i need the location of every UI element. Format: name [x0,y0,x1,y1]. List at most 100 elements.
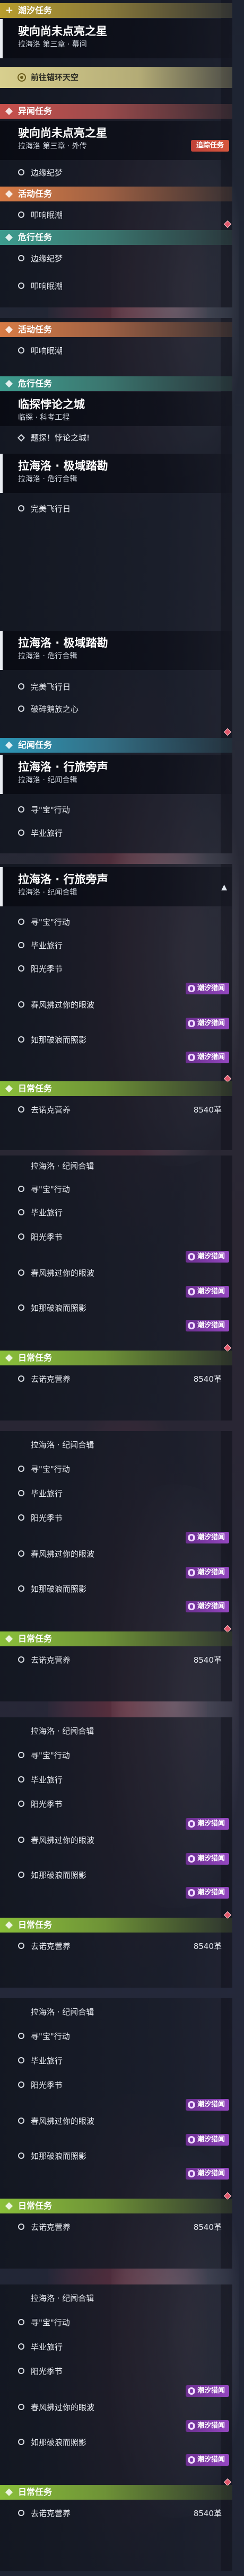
quest-card[interactable]: 驶向尚未点亮之星 拉海洛 第三章 · 幕间 [0,19,232,58]
objective-item[interactable]: 边缘纪梦 [0,162,232,183]
objective-item[interactable]: 毕业旅行 [0,823,232,844]
diamond-icon [5,107,13,116]
objective-item[interactable]: 毕业旅行 [0,2050,232,2071]
quest-panel: 拉海洛 · 纪闻合辑 寻"宝"行动 毕业旅行 阳光季节 潮汐猎闻 春风拂过你的眼… [0,1717,232,1988]
objective-item[interactable]: 如那破浪而照影 [0,2146,232,2167]
objective-item[interactable]: 寻"宝"行动 [0,912,232,933]
diamond-outline-icon [17,434,25,442]
category-richang[interactable]: 日常任务 [0,2485,232,2500]
category-yiwen[interactable]: 异闻任务 [0,104,232,119]
objective-item[interactable]: 去诺克营养 8540革 [0,2217,232,2238]
objective-item[interactable]: 寻"宝"行动 [0,1745,232,1766]
quest-subtitle-row: 拉海洛 · 纪闻合辑 [31,1726,94,1736]
quest-panel: 拉海洛 · 纪闻合辑 寻"宝"行动 毕业旅行 阳光季节 潮汐猎闻 春风拂过你的眼… [0,1155,232,1421]
objective-item[interactable]: 完美飞行日 [0,498,232,519]
category-richang[interactable]: 日常任务 [0,1081,232,1096]
ring-icon [18,2081,24,2088]
objective-item[interactable]: 叩响眠潮 [0,276,232,297]
track-quest-button[interactable]: 追踪任务 [190,140,229,152]
plus-icon: + [5,5,14,16]
chaoxi-tag: 潮汐猎闻 [185,2385,229,2397]
objective-item[interactable]: 寻"宝"行动 [0,2026,232,2047]
category-richang[interactable]: 日常任务 [0,1631,232,1646]
diamond-icon [5,741,13,749]
objective-item[interactable]: 寻"宝"行动 [0,1459,232,1480]
chaoxi-icon [187,2456,195,2464]
ring-icon [18,1269,24,1276]
objective-item[interactable]: 毕业旅行 [0,1769,232,1790]
category-chaoxi[interactable]: + 潮汐任务 [0,3,232,18]
objective-item[interactable]: 叩响眠潮 [0,340,232,361]
quest-card[interactable]: 拉海洛 · 行旅旁声 拉海洛 · 纪闻合辑 ▲ [0,867,232,906]
objective-item[interactable]: 毕业旅行 [0,2336,232,2358]
chaoxi-tag: 潮汐猎闻 [185,1532,229,1543]
chaoxi-tag: 潮汐猎闻 [185,1853,229,1865]
objective-item[interactable]: 边缘纪梦 [0,248,232,269]
chaoxi-icon [187,1534,195,1541]
objective-item[interactable]: 春风拂过你的眼波 [0,1830,232,1851]
objective-item[interactable]: 春风拂过你的眼波 [0,2111,232,2132]
objective-item[interactable]: 完美飞行日 [0,676,232,698]
ring-icon [18,2343,24,2350]
objective-item[interactable]: 去诺克营养 8540革 [0,1369,232,1390]
objective-item[interactable]: 春风拂过你的眼波 [0,994,232,1016]
objective-item[interactable]: 春风拂过你的眼波 [0,1263,232,1284]
objective-item[interactable]: 破碎鹅族之心 [0,699,232,720]
quest-card[interactable]: 拉海洛 · 极域踏勘 拉海洛 · 危行合辑 [0,454,232,493]
objective-item[interactable]: 春风拂过你的眼波 [0,2397,232,2418]
category-huodong[interactable]: 活动任务 [0,322,232,337]
quest-card[interactable]: 拉海洛 · 行旅旁声 拉海洛 · 纪闻合辑 [0,755,232,794]
objective-item[interactable]: 毕业旅行 [0,935,232,956]
category-weixing[interactable]: 危行任务 [0,230,232,245]
objective-item[interactable]: 阳光季节 [0,1227,232,1248]
objective-item[interactable]: 阳光季节 [0,2075,232,2096]
chaoxi-icon [187,1603,195,1610]
quest-panel: 拉海洛 · 纪闻合辑 寻"宝"行动 毕业旅行 阳光季节 潮汐猎闻 春风拂过你的眼… [0,2284,232,2571]
objective-item[interactable]: 阳光季节 [0,1794,232,1815]
category-richang[interactable]: 日常任务 [0,2199,232,2213]
quest-panel: 拉海洛 · 极域踏勘 拉海洛 · 危行合辑 完美飞行日 破碎鹅族之心 纪闻任务 … [0,625,232,853]
quest-log-page: + 潮汐任务 驶向尚未点亮之星 拉海洛 第三章 · 幕间 前往锚环天空 异闻任务… [0,0,244,2576]
ring-icon [18,1550,24,1557]
objective-item[interactable]: 叩响眠潮 [0,205,232,226]
collapse-icon[interactable]: ▲ [221,883,227,892]
objective-item[interactable]: 去诺克营养 8540革 [0,2503,232,2524]
objective-item[interactable]: 去诺克营养 8540革 [0,1099,232,1121]
objective-item[interactable]: 题探！悖论之城! [0,427,232,448]
chaoxi-icon [187,2101,195,2109]
quest-card[interactable]: 拉海洛 · 极域踏勘 拉海洛 · 危行合辑 [0,631,232,670]
objective-item[interactable]: 寻"宝"行动 [0,799,232,821]
objective-item[interactable]: 阳光季节 [0,1507,232,1529]
objective-tracked[interactable]: 前往锚环天空 [0,67,232,88]
objective-item[interactable]: 阳光季节 [0,2361,232,2382]
category-richang[interactable]: 日常任务 [0,1918,232,1933]
quest-title: 临探悖论之城 [18,398,85,411]
objective-item[interactable]: 如那破浪而照影 [0,1298,232,1319]
objective-item[interactable]: 寻"宝"行动 [0,1179,232,1200]
objective-item[interactable]: 去诺克营养 8540革 [0,1936,232,1957]
objective-item[interactable]: 如那破浪而照影 [0,1865,232,1886]
objective-item[interactable]: 如那破浪而照影 [0,1029,232,1051]
quest-card[interactable]: 临探悖论之城 临探 · 科考工程 [0,392,232,426]
category-jiwen[interactable]: 纪闻任务 [0,738,232,753]
category-richang[interactable]: 日常任务 [0,1351,232,1365]
objective-item[interactable]: 阳光季节 [0,958,232,980]
diamond-icon [5,325,13,334]
objective-item[interactable]: 去诺克营养 8540革 [0,1649,232,1671]
objective-item[interactable]: 如那破浪而照影 [0,1578,232,1600]
chaoxi-icon [187,1820,195,1828]
ring-icon [18,1490,24,1496]
quest-card[interactable]: 驶向尚未点亮之星 拉海洛 第三章 · 外传 追踪任务 [0,121,232,160]
ring-icon [18,1001,24,1008]
chaoxi-tag: 潮汐猎闻 [185,1567,229,1578]
ring-icon [18,347,24,354]
objective-item[interactable]: 毕业旅行 [0,1202,232,1223]
objective-item[interactable]: 寻"宝"行动 [0,2312,232,2333]
objective-item[interactable]: 如那破浪而照影 [0,2432,232,2453]
objective-item[interactable]: 毕业旅行 [0,1483,232,1504]
category-huodong[interactable]: 活动任务 [0,187,232,201]
category-weixing[interactable]: 危行任务 [0,376,232,391]
objective-item[interactable]: 春风拂过你的眼波 [0,1543,232,1565]
chaoxi-tag: 潮汐猎闻 [185,1286,229,1298]
chaoxi-tag: 潮汐猎闻 [185,2134,229,2146]
